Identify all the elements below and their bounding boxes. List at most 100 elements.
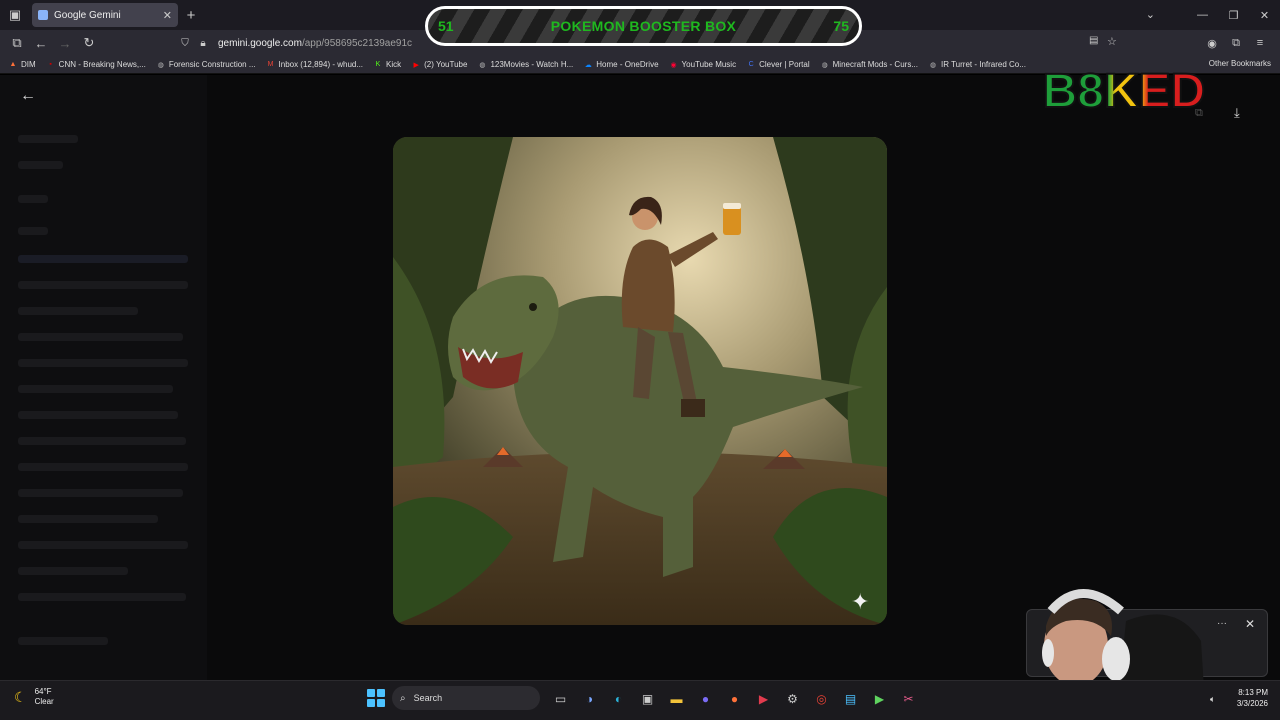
bookmark-item[interactable]: ◍ Forensic Construction ...: [156, 60, 256, 69]
sidebar-item: [18, 463, 188, 471]
chrome-icon[interactable]: ◎: [807, 688, 836, 710]
more-options-icon[interactable]: ···: [1217, 618, 1227, 629]
chevron-down-icon[interactable]: ⌄: [1146, 8, 1155, 21]
globe-icon: ◍: [821, 61, 828, 69]
discord-icon[interactable]: ●: [691, 688, 720, 710]
sidebar-item: [18, 307, 138, 315]
extensions-icon[interactable]: ⧉: [1224, 32, 1248, 54]
download-icon[interactable]: ⤓: [1234, 105, 1240, 121]
taskbar: ☾ 64°F Clear ⌕ Search ▭ ◑ ◐ ▣ ▬ ● ● ▶ ⚙ …: [0, 680, 1280, 720]
bookmark-label: 123Movies - Watch H...: [490, 60, 574, 69]
close-notification-icon[interactable]: ✕: [1245, 617, 1255, 631]
tab-list-icon[interactable]: ▣: [0, 0, 30, 30]
firefox-icon[interactable]: ●: [720, 688, 749, 710]
minimize-icon[interactable]: —: [1187, 0, 1218, 30]
copilot-icon[interactable]: ◑: [575, 688, 604, 710]
sidebar-item: [18, 281, 188, 289]
file-explorer-icon[interactable]: ▬: [662, 688, 691, 710]
settings-icon[interactable]: ⚙: [778, 688, 807, 710]
dinosaur-rider-image: [393, 137, 887, 625]
bookmark-item[interactable]: ◍ IR Turret - Infrared Co...: [928, 60, 1026, 69]
sidebar-item: [18, 593, 186, 601]
sidebar-item: [18, 135, 78, 143]
bookmark-star-icon[interactable]: ☆: [1107, 35, 1117, 48]
sidebar-item: [18, 195, 48, 203]
reload-icon[interactable]: ↻: [77, 32, 101, 54]
bookmark-item[interactable]: ▲ DIM: [8, 60, 36, 69]
start-button[interactable]: [367, 689, 385, 707]
weather-widget[interactable]: ☾ 64°F Clear: [14, 687, 54, 707]
bookmark-label: CNN - Breaking News,...: [58, 60, 146, 69]
bookmark-item[interactable]: ◍ Minecraft Mods - Curs...: [820, 60, 918, 69]
kick-icon: K: [375, 61, 381, 68]
maximize-icon[interactable]: ❐: [1218, 0, 1249, 30]
sidebar-item: [18, 437, 186, 445]
logo-text: B8KED: [1043, 65, 1206, 115]
bookmark-item[interactable]: ◍ 123Movies - Watch H...: [477, 60, 573, 69]
reader-view-icon[interactable]: ▤: [1089, 35, 1098, 46]
photos-icon[interactable]: ▤: [836, 688, 865, 710]
menu-icon[interactable]: ≡: [1248, 32, 1272, 54]
screen: ▣ Google Gemini ✕ + ⌄ — ❐ ✕ ⧉ ← → ↻ ⛉ 🔒︎…: [0, 0, 1280, 720]
overlay-title: POKEMON BOOSTER BOX: [550, 18, 737, 34]
clock-date: 3/3/2026: [1236, 699, 1268, 708]
sidebar-item: [18, 411, 178, 419]
close-tab-icon[interactable]: ✕: [163, 9, 172, 22]
search-label: Search: [413, 693, 443, 703]
volume-icon[interactable]: 🔈︎: [1210, 694, 1215, 705]
new-tab-button[interactable]: +: [178, 7, 204, 24]
forward-icon[interactable]: →: [53, 32, 77, 54]
sidebar-item: [18, 385, 173, 393]
sidebar-toggle-icon[interactable]: ⧉: [5, 32, 29, 54]
back-icon[interactable]: ←: [29, 32, 53, 54]
snipping-tool-icon[interactable]: ✂: [894, 688, 923, 710]
b8ked-logo: B8KED: [1042, 64, 1207, 115]
lock-icon[interactable]: 🔒︎: [194, 38, 212, 49]
sidebar-item: [18, 227, 48, 235]
clock[interactable]: 8:13 PM 3/3/2026: [1232, 687, 1268, 709]
bookmark-item[interactable]: ◉ YouTube Music: [669, 60, 736, 69]
task-view-icon[interactable]: ▭: [546, 688, 575, 710]
url-text: gemini.google.com/app/958695c2139ae91c: [218, 37, 413, 49]
gemini-favicon-icon: [38, 10, 48, 20]
sidebar-item: [18, 359, 188, 367]
bookmark-item[interactable]: ▪ CNN - Breaking News,...: [46, 60, 146, 69]
sidebar-item: [18, 255, 188, 263]
bookmark-label: Home - OneDrive: [596, 60, 659, 69]
bookmark-item[interactable]: ☁ Home - OneDrive: [583, 60, 659, 69]
close-window-icon[interactable]: ✕: [1249, 0, 1280, 30]
shield-icon[interactable]: ⛉: [176, 38, 194, 49]
edge-icon[interactable]: ◐: [604, 688, 633, 710]
back-arrow-icon[interactable]: ←: [20, 87, 36, 105]
taskbar-search[interactable]: ⌕ Search: [392, 686, 540, 710]
bookmark-item[interactable]: ▶ (2) YouTube: [411, 60, 467, 69]
sidebar-item: [18, 515, 158, 523]
ytmusic-icon: ◉: [670, 61, 677, 69]
overlay-right-number: 75: [833, 18, 849, 34]
bookmark-item[interactable]: M Inbox (12,894) - whud...: [266, 60, 364, 69]
overlay-left-number: 51: [438, 18, 454, 34]
tab-title: Google Gemini: [54, 9, 121, 21]
account-icon[interactable]: ◉: [1200, 32, 1224, 54]
sidebar-item: [18, 567, 128, 575]
bookmark-label: Forensic Construction ...: [168, 60, 256, 69]
store-icon[interactable]: ▣: [633, 688, 662, 710]
sidebar-item: [18, 541, 188, 549]
play-icon[interactable]: ▶: [865, 688, 894, 710]
clock-time: 8:13 PM: [1238, 688, 1268, 697]
bookmark-label: DIM: [21, 60, 36, 69]
tab-google-gemini[interactable]: Google Gemini ✕: [32, 3, 178, 27]
clever-icon: C: [748, 61, 754, 68]
moon-icon: ☾: [14, 688, 27, 705]
globe-icon: ◍: [157, 61, 164, 69]
bookmark-item[interactable]: C Clever | Portal: [746, 60, 810, 69]
bookmark-label: Inbox (12,894) - whud...: [278, 60, 364, 69]
gemini-sidebar: ←: [0, 75, 207, 680]
bookmark-item[interactable]: K Kick: [373, 60, 401, 69]
gemini-sparkle-icon: ✦: [851, 589, 870, 614]
booster-box-overlay: 51 POKEMON BOOSTER BOX 75: [425, 6, 862, 46]
sidebar-item: [18, 637, 108, 645]
fire-icon: ▲: [9, 61, 17, 68]
media-player-icon[interactable]: ▶: [749, 688, 778, 710]
bookmark-label: Kick: [386, 60, 402, 69]
